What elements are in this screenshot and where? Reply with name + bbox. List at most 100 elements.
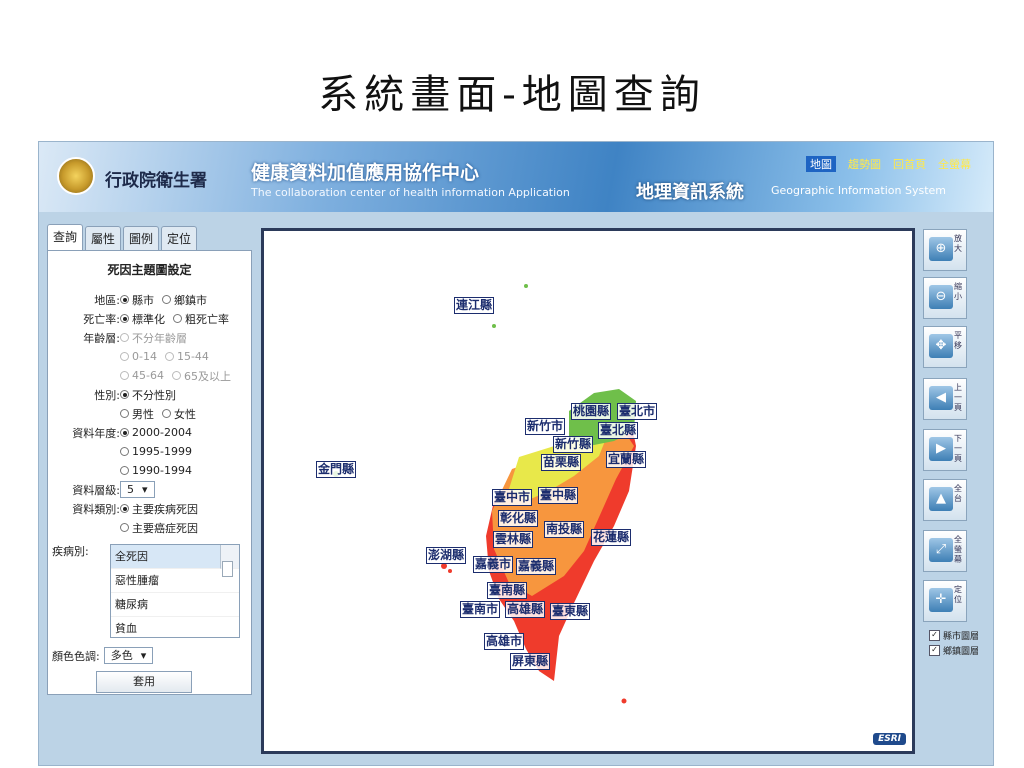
disease-item[interactable]: 惡性腫瘤: [111, 569, 239, 593]
type-label: 資料類別:: [72, 502, 120, 516]
locate-button[interactable]: ✛ 定位: [923, 580, 967, 622]
label-lianjiang: 連江縣: [454, 297, 495, 314]
nav-map-link[interactable]: 地圖: [806, 156, 836, 172]
matsu-island: [524, 284, 528, 288]
label-taoyuan: 桃園縣: [571, 403, 612, 420]
penghu-island: [448, 569, 452, 573]
label-yilan: 宜蘭縣: [606, 451, 647, 468]
rate-standardized-radio[interactable]: [120, 314, 129, 323]
sex-all-label: 不分性別: [132, 388, 176, 402]
query-form: 死因主題圖設定 地區: 縣市 鄉鎮市 死亡率: 標準化 粗死亡率 年齡層: 不分…: [47, 250, 252, 695]
label-nantou: 南投縣: [544, 521, 585, 538]
rate-crude-radio[interactable]: [173, 314, 182, 323]
label-taichung-county: 臺中縣: [538, 487, 579, 504]
label-penghu: 澎湖縣: [426, 547, 467, 564]
age-0-14-radio[interactable]: [120, 352, 129, 361]
esri-logo: ESRI: [873, 733, 906, 745]
next-extent-button[interactable]: ▶ 下一頁: [923, 429, 967, 471]
scrollbar-thumb[interactable]: [222, 561, 233, 577]
sex-male-radio[interactable]: [120, 409, 129, 418]
full-taiwan-label: 全台: [954, 484, 962, 503]
listbox-scrollbar[interactable]: [220, 545, 239, 577]
nav-trend-link[interactable]: 趨勢圖: [848, 156, 881, 172]
label-kaohsiung-county: 高雄縣: [505, 601, 546, 618]
sex-male-label: 男性: [132, 407, 154, 421]
zoom-in-button[interactable]: ⊕ 放大: [923, 229, 967, 271]
tab-query[interactable]: 查詢: [47, 224, 84, 250]
form-title: 死因主題圖設定: [107, 263, 192, 277]
region-county-radio[interactable]: [120, 295, 129, 304]
disease-item[interactable]: 糖尿病: [111, 593, 239, 617]
year-1995-radio[interactable]: [120, 447, 129, 456]
pan-label: 平移: [954, 331, 962, 350]
tab-legend[interactable]: 圖例: [123, 226, 160, 250]
label-taichung-city: 臺中市: [492, 489, 533, 506]
label-chiayi-county: 嘉義縣: [516, 558, 557, 575]
label-kinmen: 金門縣: [316, 461, 357, 478]
locate-label: 定位: [954, 585, 962, 604]
age-all-radio[interactable]: [120, 333, 129, 342]
age-0-14-label: 0-14: [132, 350, 157, 363]
type-cancer-label: 主要癌症死因: [132, 521, 198, 535]
label-taipei-county: 臺北縣: [598, 422, 639, 439]
label-taipei-city: 臺北市: [617, 403, 658, 420]
year-1990-radio[interactable]: [120, 466, 129, 475]
color-value: 多色: [110, 649, 133, 662]
rate-label: 死亡率:: [83, 312, 120, 326]
region-label: 地區:: [94, 293, 120, 307]
layer-township-toggle[interactable]: ✓ 鄉鎮圖層: [929, 644, 979, 657]
color-select[interactable]: 多色 ▾: [103, 647, 154, 664]
previous-extent-label: 上一頁: [954, 383, 962, 412]
sex-female-radio[interactable]: [162, 409, 171, 418]
app-header: 行政院衛生署 健康資料加值應用協作中心 The collaboration ce…: [39, 142, 993, 212]
previous-extent-button[interactable]: ◀ 上一頁: [923, 378, 967, 420]
map-canvas[interactable]: 連江縣 金門縣 桃園縣 臺北市 新竹市 臺北縣 新竹縣 苗栗縣 宜蘭縣 臺中市 …: [261, 228, 915, 754]
level-select[interactable]: 5 ▾: [120, 481, 155, 498]
fullscreen-icon: ⤢: [929, 538, 953, 562]
taiwan-map-svg: [333, 284, 636, 704]
year-label: 資料年度:: [72, 426, 120, 440]
disease-item[interactable]: 貧血: [111, 617, 239, 637]
tab-locate[interactable]: 定位: [161, 226, 198, 250]
age-65-radio[interactable]: [171, 371, 181, 380]
label-miaoli: 苗栗縣: [541, 454, 582, 471]
center-title: 健康資料加值應用協作中心: [251, 162, 480, 184]
layer-county-toggle[interactable]: ✓ 縣市圖層: [929, 629, 979, 642]
label-hsinchu-county: 新竹縣: [553, 436, 594, 453]
zoom-out-button[interactable]: ⊖ 縮小: [923, 277, 967, 319]
sex-label: 性別:: [94, 388, 120, 402]
pan-button[interactable]: ✥ 平移: [923, 326, 967, 368]
region-township-radio[interactable]: [162, 295, 171, 304]
slide-title: 系統畫面-地圖查詢: [318, 72, 706, 118]
arrow-right-icon: ▶: [929, 437, 953, 461]
zoom-out-icon: ⊖: [929, 285, 953, 309]
region-township-label: 鄉鎮市: [174, 293, 207, 307]
type-cancer-radio[interactable]: [120, 523, 129, 532]
rate-standardized-label: 標準化: [132, 312, 165, 326]
type-disease-radio[interactable]: [120, 504, 129, 513]
matsu-island: [492, 324, 496, 328]
label-changhua: 彰化縣: [498, 510, 539, 527]
age-15-44-label: 15-44: [176, 350, 209, 363]
label-hsinchu-city: 新竹市: [525, 418, 566, 435]
layer-county-label: 縣市圖層: [943, 632, 980, 642]
nav-fullscreen-link[interactable]: 全螢幕: [938, 156, 971, 172]
age-45-64-radio[interactable]: [120, 371, 129, 380]
logo-text: 行政院衛生署: [105, 171, 207, 191]
green-island: [621, 698, 627, 704]
region-county-label: 縣市: [132, 293, 154, 307]
year-2000-label: 2000-2004: [132, 426, 192, 439]
tab-attribute[interactable]: 屬性: [85, 226, 122, 250]
age-label: 年齡層:: [83, 331, 120, 345]
label-kaohsiung-city: 高雄市: [484, 633, 525, 650]
year-1995-label: 1995-1999: [132, 445, 192, 458]
year-2000-radio[interactable]: [120, 428, 129, 437]
full-screen-button[interactable]: ⤢ 全螢幕: [923, 530, 967, 572]
disease-listbox[interactable]: 全死因 惡性腫瘤 糖尿病 貧血: [110, 544, 240, 638]
sex-all-radio[interactable]: [120, 390, 129, 399]
apply-button[interactable]: 套用: [96, 671, 192, 693]
full-taiwan-button[interactable]: ▲ 全台: [923, 479, 967, 521]
nav-home-link[interactable]: 回首頁: [893, 156, 926, 172]
age-15-44-radio[interactable]: [164, 352, 174, 361]
zoom-in-icon: ⊕: [929, 237, 953, 261]
